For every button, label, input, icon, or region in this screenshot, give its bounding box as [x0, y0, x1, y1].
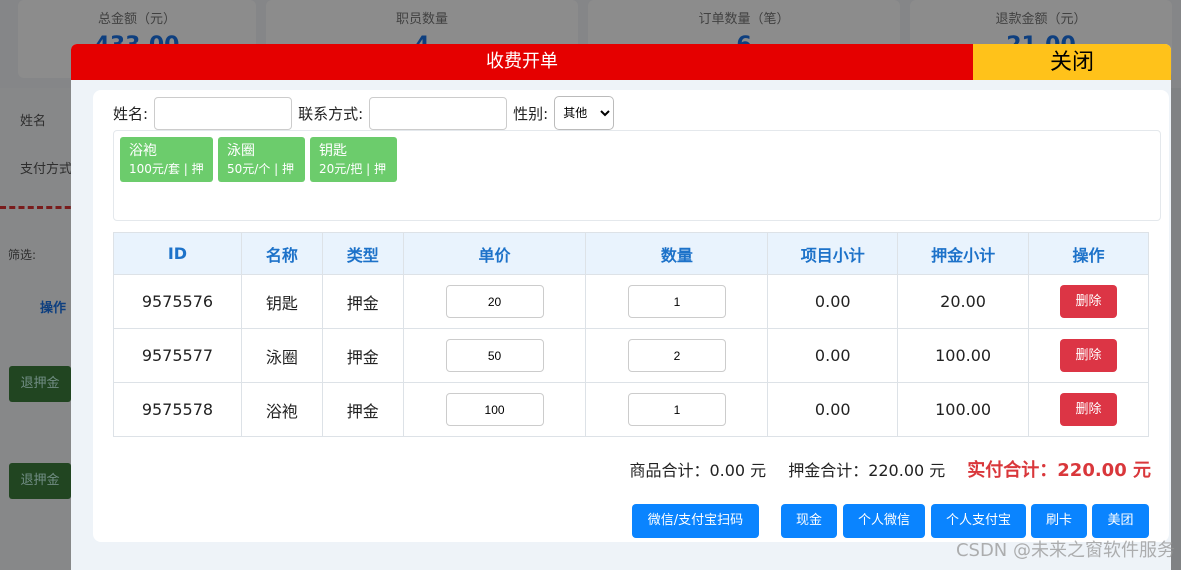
product-list: 浴袍 100元/套 | 押 泳圈 50元/个 | 押 钥匙 20元/把 | 押: [113, 130, 1161, 221]
delete-button[interactable]: 删除: [1060, 393, 1117, 426]
delete-button[interactable]: 删除: [1060, 339, 1117, 372]
cell-name: 钥匙: [240, 274, 323, 329]
qty-input[interactable]: [627, 339, 726, 372]
modal-header: 收费开单 关闭: [71, 44, 1171, 80]
table-row: 9575578 浴袍 押金 0.00 100.00 删除: [113, 382, 1149, 437]
product-name: 钥匙: [319, 143, 347, 159]
product-desc: 50元/个 | 押: [227, 162, 294, 176]
scan-pay-button[interactable]: 微信/支付宝扫码: [632, 504, 759, 538]
qty-input[interactable]: [627, 285, 726, 318]
price-input[interactable]: [445, 393, 544, 426]
cell-action: 删除: [1028, 274, 1149, 329]
cell-id: 9575578: [113, 382, 242, 437]
cell-name: 泳圈: [240, 328, 323, 383]
deposit-total: 押金合计：220.00 元: [788, 461, 946, 480]
cell-id: 9575577: [113, 328, 242, 383]
product-name: 浴袍: [129, 143, 157, 159]
col-header-qty: 数量: [585, 232, 769, 275]
cell-price: [402, 274, 587, 329]
modal-title: 收费开单: [71, 44, 973, 80]
col-header-deposit-subtotal: 押金小计: [897, 232, 1030, 275]
col-header-name: 名称: [240, 232, 323, 275]
personal-alipay-button[interactable]: 个人支付宝: [931, 504, 1026, 538]
order-totals: 商品合计：0.00 元 押金合计：220.00 元 实付合计：220.00 元: [607, 456, 1151, 482]
product-desc: 20元/把 | 押: [319, 162, 386, 176]
cell-qty: [585, 382, 769, 437]
col-header-id: ID: [113, 232, 242, 275]
col-header-action: 操作: [1028, 232, 1149, 275]
cell-qty: [585, 274, 769, 329]
cell-type: 押金: [321, 274, 404, 329]
card-pay-button[interactable]: 刷卡: [1031, 504, 1087, 538]
qty-input[interactable]: [627, 393, 726, 426]
product-button-swim-ring[interactable]: 泳圈 50元/个 | 押: [218, 137, 305, 182]
cell-action: 删除: [1028, 328, 1149, 383]
cell-deposit-subtotal: 100.00: [897, 328, 1030, 383]
delete-button[interactable]: 删除: [1060, 285, 1117, 318]
goods-total: 商品合计：0.00 元: [629, 461, 767, 480]
product-desc: 100元/套 | 押: [129, 162, 204, 176]
cell-deposit-subtotal: 20.00: [897, 274, 1030, 329]
cell-item-subtotal: 0.00: [767, 328, 899, 383]
cell-action: 删除: [1028, 382, 1149, 437]
cell-type: 押金: [321, 328, 404, 383]
cell-name: 浴袍: [240, 382, 323, 437]
meituan-pay-button[interactable]: 美团: [1092, 504, 1149, 538]
cell-price: [402, 382, 587, 437]
cell-deposit-subtotal: 100.00: [897, 382, 1030, 437]
modal-body: 姓名: 联系方式: 性别: 其他 浴袍 100元/套 | 押 泳圈 50元/个 …: [93, 90, 1169, 542]
order-items-table: ID 名称 类型 单价 数量 项目小计 押金小计 操作 9575576 钥匙 押…: [113, 232, 1149, 437]
col-header-item-subtotal: 项目小计: [767, 232, 899, 275]
personal-wechat-button[interactable]: 个人微信: [843, 504, 925, 538]
table-header-row: ID 名称 类型 单价 数量 项目小计 押金小计 操作: [113, 232, 1149, 275]
product-name: 泳圈: [227, 143, 255, 159]
contact-input[interactable]: [369, 96, 508, 130]
col-header-price: 单价: [402, 232, 587, 275]
paid-total: 实付合计：220.00 元: [967, 460, 1151, 481]
csdn-watermark: CSDN @未来之窗软件服务: [955, 540, 1175, 561]
price-input[interactable]: [445, 285, 544, 318]
table-row: 9575576 钥匙 押金 0.00 20.00 删除: [113, 274, 1149, 329]
close-button[interactable]: 关闭: [973, 44, 1171, 80]
charge-modal: 收费开单 关闭 姓名: 联系方式: 性别: 其他 浴袍 100元/套 | 押 泳…: [71, 44, 1171, 570]
cell-price: [402, 328, 587, 383]
product-button-bathrobe[interactable]: 浴袍 100元/套 | 押: [120, 137, 213, 182]
name-input[interactable]: [154, 96, 293, 130]
cell-item-subtotal: 0.00: [767, 382, 899, 437]
cell-qty: [585, 328, 769, 383]
gender-label: 性别:: [513, 104, 549, 123]
col-header-type: 类型: [321, 232, 404, 275]
gender-select[interactable]: 其他: [554, 96, 615, 130]
product-button-key[interactable]: 钥匙 20元/把 | 押: [310, 137, 397, 182]
name-label: 姓名:: [113, 104, 149, 123]
cell-item-subtotal: 0.00: [767, 274, 899, 329]
cash-pay-button[interactable]: 现金: [781, 504, 837, 538]
table-row: 9575577 泳圈 押金 0.00 100.00 删除: [113, 328, 1149, 383]
contact-label: 联系方式:: [298, 104, 364, 123]
cell-type: 押金: [321, 382, 404, 437]
cell-id: 9575576: [113, 274, 242, 329]
customer-form: 姓名: 联系方式: 性别: 其他: [113, 96, 615, 130]
price-input[interactable]: [445, 339, 544, 372]
